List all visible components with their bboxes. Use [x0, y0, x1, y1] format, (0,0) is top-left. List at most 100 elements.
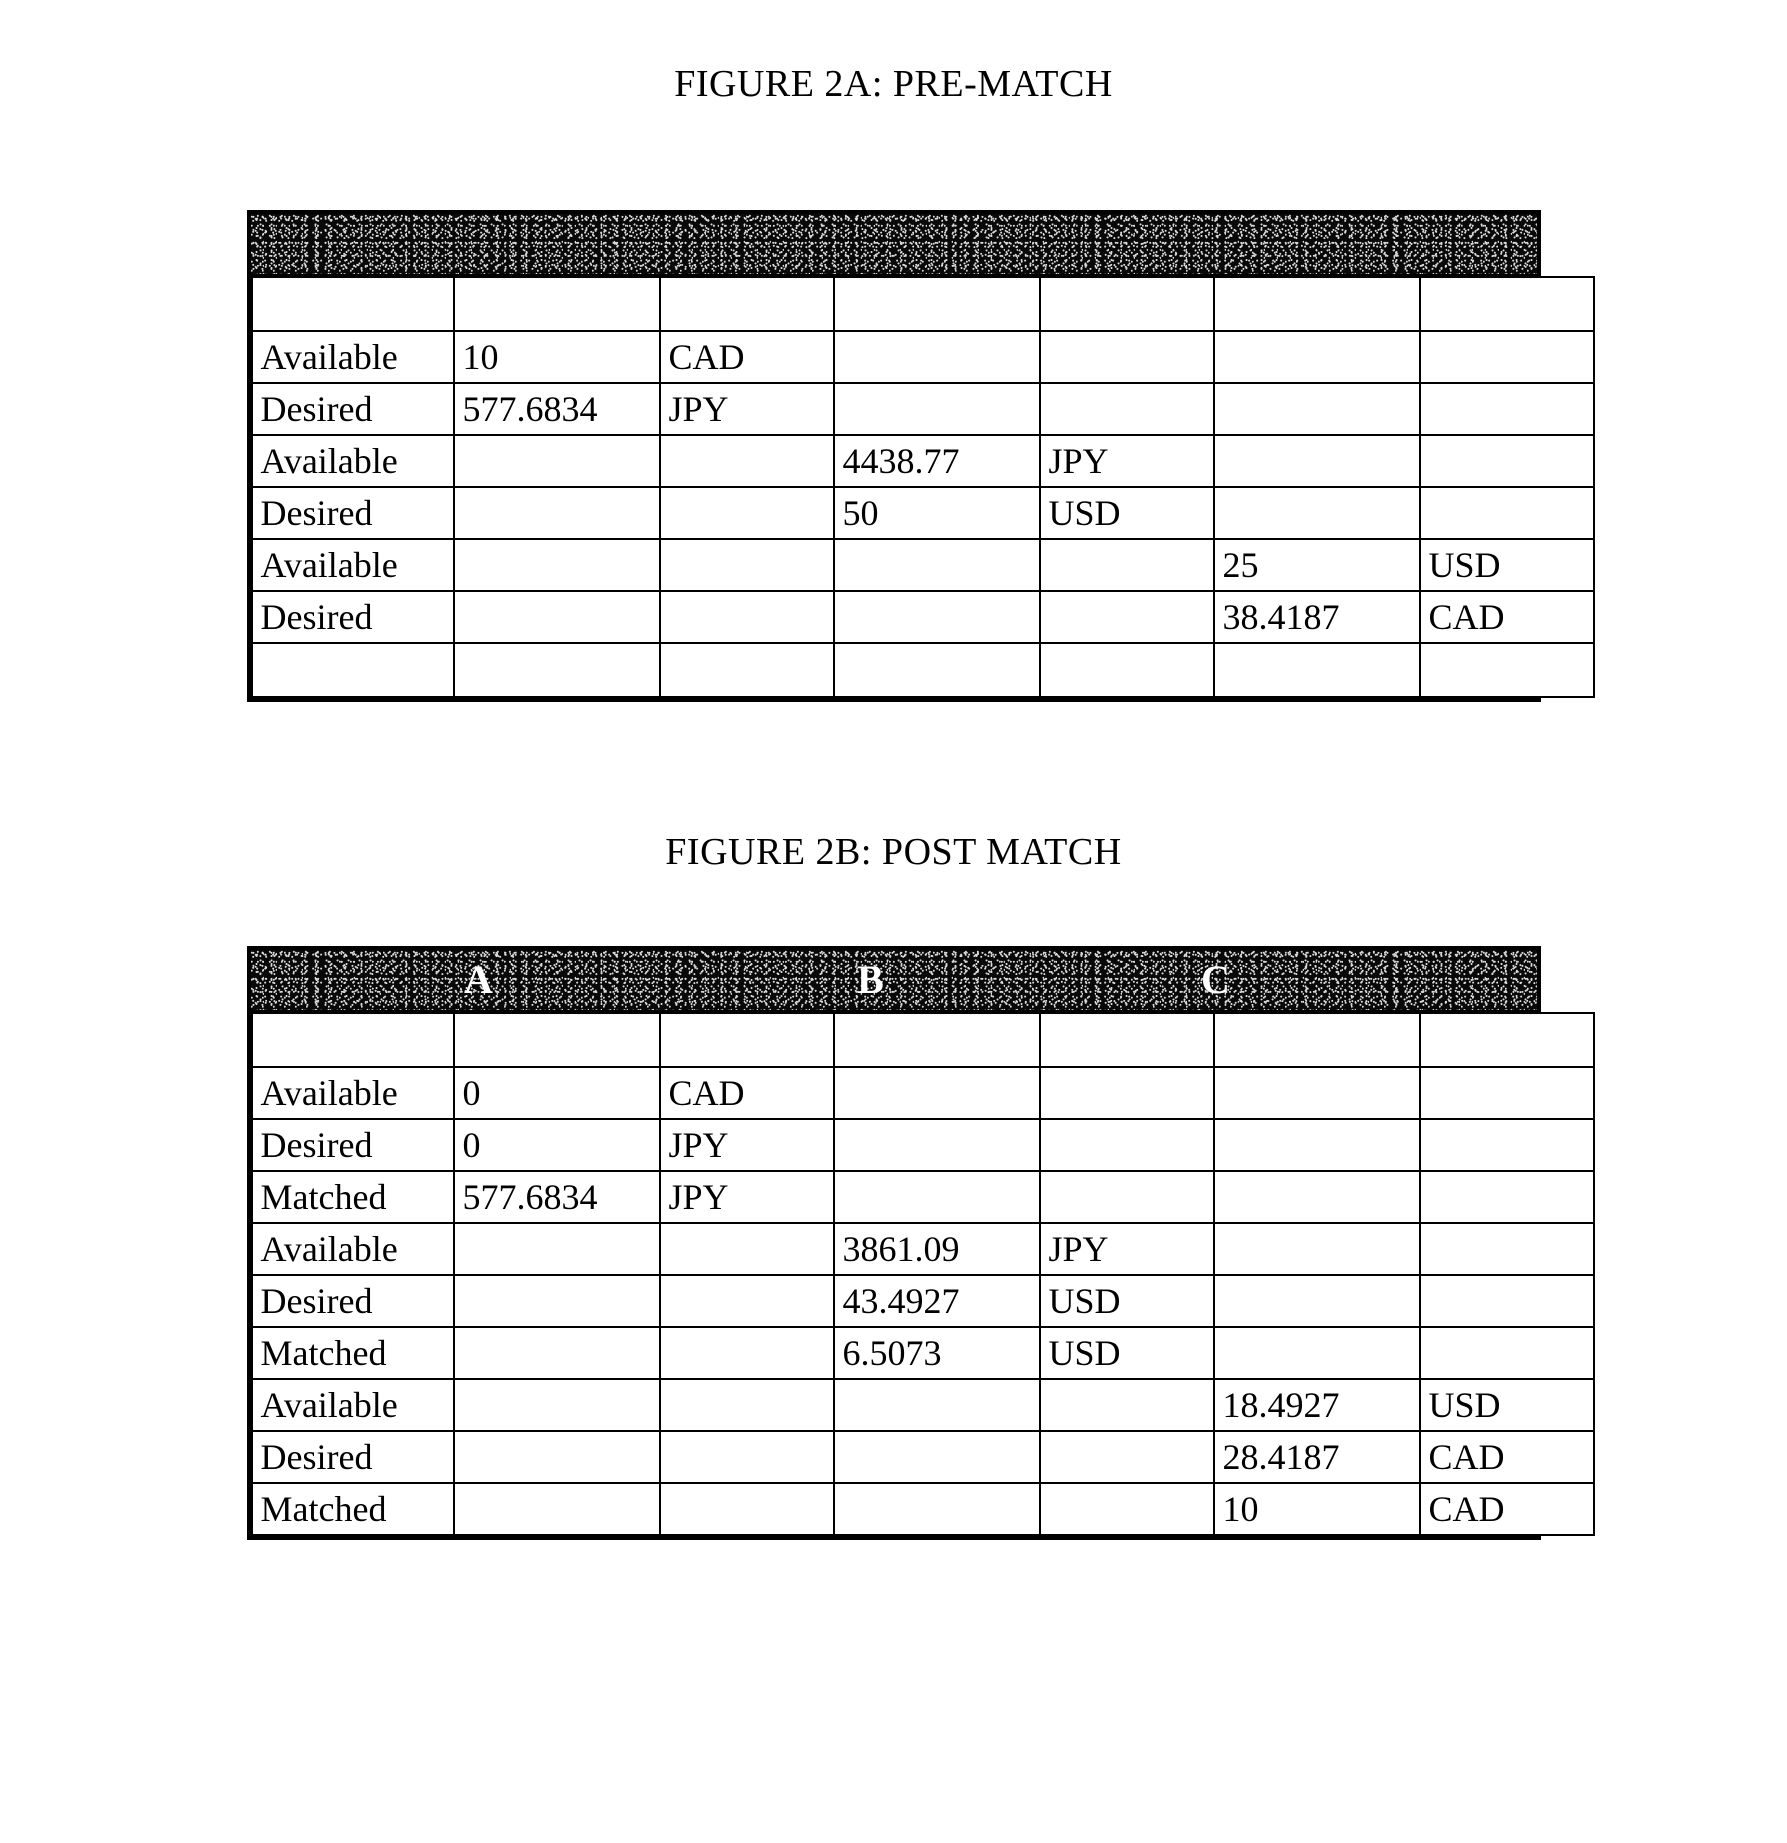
table-cell — [832, 1482, 1041, 1536]
table-cell — [452, 1326, 661, 1380]
table-row: Available 10 CAD — [250, 330, 1595, 384]
table-cell — [1038, 1170, 1215, 1224]
table-cell — [1418, 330, 1595, 384]
table-row: Available 0 CAD — [250, 1066, 1595, 1120]
figure-2b-title: FIGURE 2B: POST MATCH — [665, 831, 1122, 873]
table-cell — [1038, 1066, 1215, 1120]
row-label-cell: Matched — [250, 1326, 455, 1380]
table-cell — [658, 1482, 835, 1536]
table-cell — [1038, 1482, 1215, 1536]
table-cell: 577.6834 — [452, 1170, 661, 1224]
table-cell — [1418, 1222, 1595, 1276]
table-row: Available 4438.77 JPY — [250, 434, 1595, 488]
table-row: Matched 6.5073 USD — [250, 1326, 1595, 1380]
row-label-cell: Available — [250, 330, 455, 384]
table-cell — [1038, 642, 1215, 698]
row-label-cell: Desired — [250, 1274, 455, 1328]
table-cell — [1212, 1326, 1421, 1380]
table-cell — [1418, 382, 1595, 436]
figure-2a-header-band — [246, 210, 1541, 276]
row-label-cell: Desired — [250, 1118, 455, 1172]
table-cell: 0 — [452, 1066, 661, 1120]
table-cell — [1418, 642, 1595, 698]
table-cell — [1212, 1118, 1421, 1172]
table-cell: 38.4187 — [1212, 590, 1421, 644]
table-cell — [832, 330, 1041, 384]
title-table-spacer-a — [0, 106, 1787, 210]
table-cell — [452, 276, 661, 332]
table-cell — [658, 486, 835, 540]
table-cell — [1418, 1012, 1595, 1068]
table-cell — [1212, 1170, 1421, 1224]
table-cell — [1038, 276, 1215, 332]
table-cell — [1212, 1066, 1421, 1120]
table-cell — [832, 1430, 1041, 1484]
table-cell — [1418, 1326, 1595, 1380]
table-cell: 3861.09 — [832, 1222, 1041, 1276]
figure-2a-table: Available 10 CAD Desired 577.6834 JPY Availabl… — [250, 276, 1595, 698]
table-cell: CAD — [1418, 590, 1595, 644]
table-cell — [832, 1170, 1041, 1224]
row-label-cell: Matched — [250, 1170, 455, 1224]
table-row: Desired 577.6834 JPY — [250, 382, 1595, 436]
table-cell — [1212, 642, 1421, 698]
table-cell — [832, 1378, 1041, 1432]
table-cell — [1038, 590, 1215, 644]
table-cell — [452, 1482, 661, 1536]
table-cell — [1212, 1012, 1421, 1068]
table-cell — [1418, 434, 1595, 488]
row-label-cell: Available — [250, 1066, 455, 1120]
table-cell — [1212, 382, 1421, 436]
title-table-spacer-b — [0, 874, 1787, 946]
figure-2a-table-frame: Available 10 CAD Desired 577.6834 JPY Availabl… — [246, 276, 1595, 702]
table-cell — [1038, 330, 1215, 384]
table-cell — [1418, 1066, 1595, 1120]
row-label-cell — [250, 1012, 455, 1068]
table-cell — [452, 1222, 661, 1276]
table-cell: CAD — [658, 330, 835, 384]
row-label-cell: Desired — [250, 382, 455, 436]
row-label-cell: Available — [250, 1378, 455, 1432]
table-cell — [1212, 486, 1421, 540]
figure-2b-table: Available 0 CAD Desired 0 JPY Matched 577.6834 J… — [250, 1012, 1595, 1536]
table-cell — [658, 1222, 835, 1276]
table-cell: 10 — [452, 330, 661, 384]
table-cell: CAD — [1418, 1482, 1595, 1536]
table-row: Available 18.4927 USD — [250, 1378, 1595, 1432]
table-cell — [452, 1430, 661, 1484]
row-label-cell: Desired — [250, 590, 455, 644]
figure-2b-header-band: A B C — [246, 946, 1541, 1012]
table-cell: 18.4927 — [1212, 1378, 1421, 1432]
figure-2b-header-labels: A B C — [251, 950, 1537, 1010]
table-cell — [658, 590, 835, 644]
header-label-a: A — [464, 957, 493, 1002]
table-cell — [452, 434, 661, 488]
table-cell — [1038, 1430, 1215, 1484]
table-cell — [1212, 434, 1421, 488]
table-row: Desired 28.4187 CAD — [250, 1430, 1595, 1484]
row-label-cell: Desired — [250, 1430, 455, 1484]
row-label-cell — [250, 276, 455, 332]
table-cell — [1038, 1378, 1215, 1432]
figure-2a-header-labels — [251, 214, 1537, 274]
table-cell: 50 — [832, 486, 1041, 540]
table-cell — [658, 1012, 835, 1068]
table-cell: 25 — [1212, 538, 1421, 592]
table-row: Desired 50 USD — [250, 486, 1595, 540]
figure-2a-block: FIGURE 2A: PRE-MATCH Available 10 CAD Desir… — [0, 62, 1787, 702]
table-cell — [658, 538, 835, 592]
table-cell: USD — [1038, 1326, 1215, 1380]
table-cell — [452, 1274, 661, 1328]
table-row: Matched 577.6834 JPY — [250, 1170, 1595, 1224]
table-cell: CAD — [1418, 1430, 1595, 1484]
table-cell — [452, 1378, 661, 1432]
table-row — [250, 276, 1595, 332]
table-cell: JPY — [1038, 1222, 1215, 1276]
table-cell — [452, 642, 661, 698]
table-cell — [658, 1326, 835, 1380]
table-cell — [1038, 1012, 1215, 1068]
table-cell — [832, 1066, 1041, 1120]
table-cell — [1418, 486, 1595, 540]
table-cell — [1418, 1118, 1595, 1172]
table-cell: JPY — [1038, 434, 1215, 488]
